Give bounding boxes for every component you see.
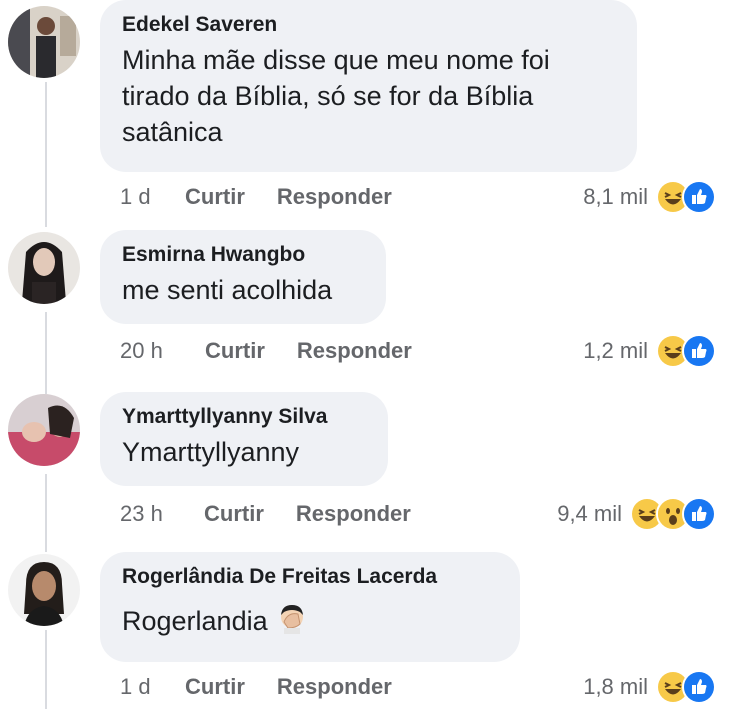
- comment-author[interactable]: Rogerlândia De Freitas Lacerda: [122, 564, 496, 590]
- like-icon: [682, 670, 716, 704]
- reaction-summary[interactable]: 9,4 mil: [557, 497, 716, 531]
- comment-meta: 23 h Curtir Responder: [120, 499, 411, 529]
- reaction-summary[interactable]: 8,1 mil: [583, 180, 716, 214]
- comment-timestamp[interactable]: 1 d: [120, 182, 185, 212]
- reply-button[interactable]: Responder: [277, 182, 392, 212]
- comment-author[interactable]: Ymarttyllyanny Silva: [122, 404, 364, 430]
- comment-text: Minha mãe disse que meu nome foi tirado …: [122, 42, 613, 150]
- reply-button[interactable]: Responder: [297, 336, 412, 366]
- comment-text-line: Ymarttyllyanny: [122, 437, 300, 467]
- comment-text-line: tirado da Bíblia, só se for da Bíblia: [122, 81, 534, 111]
- thread-line: [45, 630, 47, 709]
- avatar[interactable]: [8, 6, 80, 78]
- reaction-summary[interactable]: 1,2 mil: [583, 334, 716, 368]
- thread-line: [45, 312, 47, 394]
- comment-author[interactable]: Edekel Saveren: [122, 12, 613, 38]
- comment-text-line: me senti acolhida: [122, 275, 333, 305]
- comment-bubble: Rogerlândia De Freitas Lacerda Rogerland…: [100, 552, 520, 662]
- comment-timestamp[interactable]: 23 h: [120, 499, 204, 529]
- like-icon: [682, 180, 716, 214]
- comment-meta: 1 d Curtir Responder: [120, 672, 392, 702]
- comment-text-line: Minha mãe disse que meu nome foi: [122, 45, 550, 75]
- comment-text: me senti acolhida: [122, 272, 362, 308]
- comment-text-line: satânica: [122, 117, 223, 147]
- avatar[interactable]: [8, 554, 80, 626]
- like-button[interactable]: Curtir: [185, 672, 245, 702]
- thread-line: [45, 82, 47, 227]
- comment-text: Rogerlandia: [122, 602, 496, 639]
- reaction-count: 1,8 mil: [583, 674, 648, 699]
- avatar[interactable]: [8, 394, 80, 466]
- reply-button[interactable]: Responder: [277, 672, 392, 702]
- thread-line: [45, 474, 47, 552]
- reaction-count: 9,4 mil: [557, 501, 622, 526]
- reaction-count: 8,1 mil: [583, 184, 648, 209]
- like-button[interactable]: Curtir: [204, 499, 264, 529]
- comment-meta: 20 h Curtir Responder: [120, 336, 412, 366]
- comment-bubble: Edekel Saveren Minha mãe disse que meu n…: [100, 0, 637, 172]
- like-button[interactable]: Curtir: [185, 182, 245, 212]
- comment-bubble: Esmirna Hwangbo me senti acolhida: [100, 230, 386, 324]
- comment-text: Ymarttyllyanny: [122, 434, 364, 470]
- comment-text-line: Rogerlandia: [122, 606, 268, 636]
- comment-timestamp[interactable]: 20 h: [120, 336, 205, 366]
- comment-bubble: Ymarttyllyanny Silva Ymarttyllyanny: [100, 392, 388, 486]
- comment-author[interactable]: Esmirna Hwangbo: [122, 242, 362, 268]
- comment-timestamp[interactable]: 1 d: [120, 672, 185, 702]
- facepalm-emoji-icon: [276, 602, 308, 634]
- comment-meta: 1 d Curtir Responder: [120, 182, 392, 212]
- like-icon: [682, 334, 716, 368]
- avatar[interactable]: [8, 232, 80, 304]
- like-icon: [682, 497, 716, 531]
- reaction-count: 1,2 mil: [583, 338, 648, 363]
- like-button[interactable]: Curtir: [205, 336, 265, 366]
- reply-button[interactable]: Responder: [296, 499, 411, 529]
- reaction-summary[interactable]: 1,8 mil: [583, 670, 716, 704]
